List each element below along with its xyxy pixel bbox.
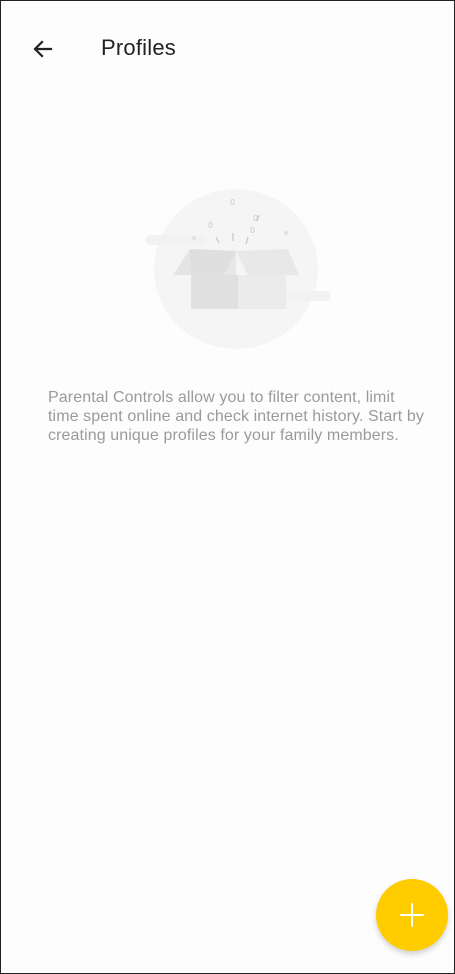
svg-text:0: 0 xyxy=(230,198,235,207)
app-bar: Profiles xyxy=(1,1,454,97)
plus-icon xyxy=(400,903,424,927)
app-screen: Profiles 0 0 0 0 Parental Controls allow… xyxy=(0,0,455,974)
arrow-left-icon xyxy=(33,40,53,58)
add-profile-button[interactable] xyxy=(376,879,448,951)
open-box-icon: 0 0 0 0 xyxy=(146,189,331,349)
empty-state-description: Parental Controls allow you to filter co… xyxy=(48,389,424,444)
page-title: Profiles xyxy=(101,35,176,60)
back-button[interactable] xyxy=(23,29,63,69)
svg-text:0: 0 xyxy=(250,226,255,235)
svg-text:0: 0 xyxy=(208,221,213,230)
